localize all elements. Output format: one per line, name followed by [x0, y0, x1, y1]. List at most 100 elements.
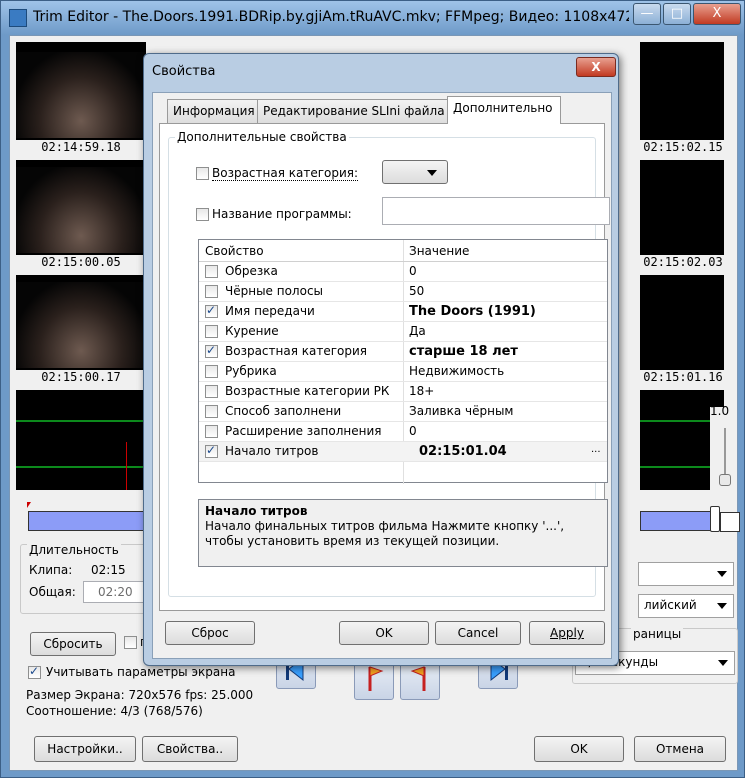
- dialog-body: Информация Редактирование SLIni файла До…: [152, 92, 612, 659]
- row-property-value: 50: [409, 284, 425, 298]
- properties-dialog: Свойства X Информация Редактирование SLI…: [143, 53, 619, 666]
- row-property-value: Недвижимость: [409, 364, 505, 378]
- cancel-button[interactable]: Отмена: [634, 736, 726, 762]
- dialog-ok-button[interactable]: OK: [339, 621, 429, 645]
- reset-main-button[interactable]: Сбросить: [30, 632, 116, 656]
- title-bar[interactable]: Trim Editor - The.Doors.1991.BDRip.by.gj…: [1, 1, 744, 35]
- frame-thumbnail[interactable]: [16, 282, 146, 368]
- row-property-name: Возрастная категория: [225, 344, 368, 358]
- row-checkbox[interactable]: [205, 385, 218, 398]
- timeline-marker: [27, 502, 31, 508]
- tab-advanced[interactable]: Дополнительно: [447, 96, 561, 124]
- ellipsis-button[interactable]: ...: [591, 444, 601, 455]
- row-checkbox[interactable]: [205, 265, 218, 278]
- row-checkbox[interactable]: [205, 343, 218, 358]
- dialog-title: Свойства: [152, 64, 216, 79]
- age-rating-checkbox[interactable]: [196, 167, 209, 180]
- left-frame-strip: [16, 42, 146, 407]
- tab-info[interactable]: Информация: [167, 99, 261, 123]
- properties-button[interactable]: Свойства..: [142, 736, 238, 762]
- row-checkbox[interactable]: [205, 365, 218, 378]
- hidden-option-checkbox[interactable]: [124, 636, 137, 649]
- grid-row[interactable]: Начало титров 02:15:01.04...: [199, 442, 607, 462]
- flag-end-icon: [410, 666, 426, 691]
- program-name-checkbox[interactable]: [196, 208, 209, 221]
- close-button[interactable]: X: [693, 3, 741, 25]
- properties-grid: Свойство Значение Обрезка 0 Чёрные полосы 5…: [198, 239, 608, 484]
- row-checkbox[interactable]: [205, 303, 218, 318]
- grid-header-value: Значение: [409, 244, 470, 258]
- right-combo-1[interactable]: [638, 562, 734, 586]
- total-label: Общая:: [29, 585, 76, 599]
- timecode-label: 02:14:59.18: [16, 140, 146, 160]
- row-property-value: Заливка чёрным: [409, 404, 514, 418]
- volume-value: 1.0: [710, 404, 730, 418]
- row-checkbox[interactable]: [205, 325, 218, 338]
- grid-row[interactable]: Возрастная категория старше 18 лет: [199, 342, 607, 362]
- right-frame-strip: [640, 42, 724, 407]
- row-checkbox[interactable]: [205, 285, 218, 298]
- grid-row[interactable]: Возрастные категории РК 18+: [199, 382, 607, 402]
- ok-button[interactable]: OK: [534, 736, 624, 762]
- volume-slider-thumb[interactable]: [719, 474, 731, 486]
- grid-row[interactable]: Рубрика Недвижимость: [199, 362, 607, 382]
- duration-label: Длительность: [27, 543, 121, 557]
- row-property-value: Да: [409, 324, 426, 338]
- timeline-bar-right[interactable]: [640, 511, 714, 531]
- age-rating-label: Возрастная категория:: [212, 166, 359, 181]
- row-property-value: старше 18 лет: [409, 344, 518, 359]
- minimize-button[interactable]: —: [633, 3, 661, 25]
- total-value: 02:20: [83, 581, 145, 603]
- grid-row[interactable]: Расширение заполнения 0: [199, 422, 607, 442]
- row-property-value: 18+: [409, 384, 435, 398]
- row-checkbox[interactable]: [205, 405, 218, 418]
- grid-row[interactable]: Курение Да: [199, 322, 607, 342]
- language-combo-value: лийский: [644, 598, 697, 612]
- frame-thumbnail[interactable]: [16, 52, 146, 138]
- screen-size-info: Размер Экрана: 720x576 fps: 25.000: [26, 688, 254, 702]
- grid-row[interactable]: Обрезка 0: [199, 262, 607, 282]
- screen-params-checkbox[interactable]: [28, 664, 41, 679]
- dialog-close-button[interactable]: X: [576, 57, 616, 77]
- advanced-tab-page: Дополнительные свойства Возрастная катег…: [159, 123, 610, 611]
- age-rating-dropdown[interactable]: [382, 160, 448, 184]
- row-property-name: Возрастные категории РК: [225, 384, 390, 398]
- grid-row[interactable]: Имя передачи The Doors (1991): [199, 302, 607, 322]
- clip-label: Клипа:: [29, 563, 73, 577]
- mark-end-button[interactable]: [400, 660, 440, 700]
- screen-params-label: Учитывать параметры экрана: [46, 665, 236, 679]
- timeline-bar[interactable]: [28, 511, 148, 531]
- tab-slini-editing[interactable]: Редактирование SLIni файла: [257, 99, 451, 123]
- maximize-button[interactable]: □: [663, 3, 691, 25]
- dialog-cancel-button[interactable]: Cancel: [435, 621, 521, 645]
- timecode-label: 02:15:00.05: [16, 255, 146, 275]
- clip-value: 02:15: [91, 563, 126, 577]
- frame-thumbnail[interactable]: [16, 167, 146, 253]
- program-name-input[interactable]: [382, 197, 610, 225]
- program-name-label: Название программы:: [212, 207, 352, 221]
- app-icon: [9, 9, 27, 27]
- settings-button[interactable]: Настройки..: [34, 736, 136, 762]
- language-combo[interactable]: лийский: [638, 594, 734, 618]
- row-property-value[interactable]: 02:15:01.04: [419, 444, 507, 459]
- row-checkbox[interactable]: [205, 425, 218, 438]
- row-checkbox[interactable]: [205, 443, 218, 458]
- dialog-apply-button[interactable]: Apply: [529, 621, 605, 645]
- mark-start-button[interactable]: [354, 660, 394, 700]
- volume-slider[interactable]: [724, 428, 726, 480]
- row-property-name: Расширение заполнения: [225, 424, 382, 438]
- chevron-down-icon: [427, 170, 437, 176]
- grid-row[interactable]: Чёрные полосы 50: [199, 282, 607, 302]
- timeline-handle[interactable]: [710, 506, 720, 532]
- description-title: Начало титров: [205, 504, 308, 518]
- row-property-value: 0: [409, 264, 417, 278]
- grid-row[interactable]: Способ заполнени Заливка чёрным: [199, 402, 607, 422]
- dialog-reset-button[interactable]: Сброс: [165, 621, 255, 645]
- row-property-value: The Doors (1991): [409, 304, 536, 319]
- description-text: Начало финальных титров фильма Нажмите к…: [205, 519, 565, 548]
- timecode-label: 02:15:02.03: [638, 255, 728, 275]
- row-property-name: Курение: [225, 324, 279, 338]
- aspect-ratio-info: Соотношение: 4/3 (768/576): [26, 704, 203, 718]
- grid-header: Свойство Значение: [199, 240, 607, 262]
- timecode-label: 02:15:00.17: [16, 370, 146, 390]
